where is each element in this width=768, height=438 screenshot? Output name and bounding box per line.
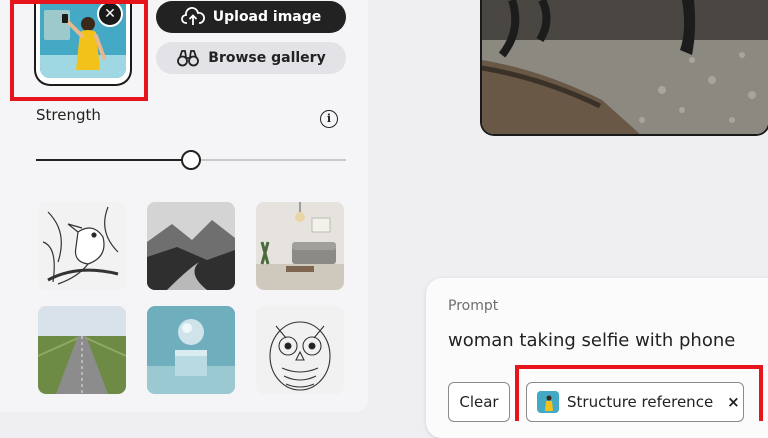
style-thumbnail-road-field[interactable] <box>38 306 126 394</box>
highlight-box-chip <box>515 365 763 421</box>
style-thumbnail-mountain-valley[interactable] <box>147 202 235 290</box>
slider-fill <box>36 159 191 161</box>
prompt-input[interactable]: woman taking selfie with phone <box>448 330 735 351</box>
prompt-label: Prompt <box>448 298 499 314</box>
style-thumbnail-sphere-3d[interactable] <box>147 306 235 394</box>
slider-thumb[interactable] <box>181 150 201 170</box>
style-thumbnail-living-room[interactable] <box>256 202 344 290</box>
upload-image-label: Upload image <box>212 9 322 25</box>
cloud-upload-icon <box>180 7 205 25</box>
generated-image-preview[interactable] <box>480 0 768 136</box>
browse-gallery-label: Browse gallery <box>208 50 326 66</box>
strength-label: Strength <box>36 106 101 124</box>
highlight-box-reference <box>10 0 148 101</box>
style-thumbnail-bird-sketch[interactable] <box>38 202 126 290</box>
style-grid <box>38 202 344 394</box>
info-icon[interactable]: i <box>320 110 338 128</box>
binoculars-icon <box>177 50 200 67</box>
clear-button[interactable]: Clear <box>448 382 510 422</box>
strength-slider[interactable] <box>36 150 346 170</box>
style-thumbnail-owl-sketch[interactable] <box>256 306 344 394</box>
upload-image-button[interactable]: Upload image <box>156 1 346 33</box>
browse-gallery-button[interactable]: Browse gallery <box>156 42 346 74</box>
